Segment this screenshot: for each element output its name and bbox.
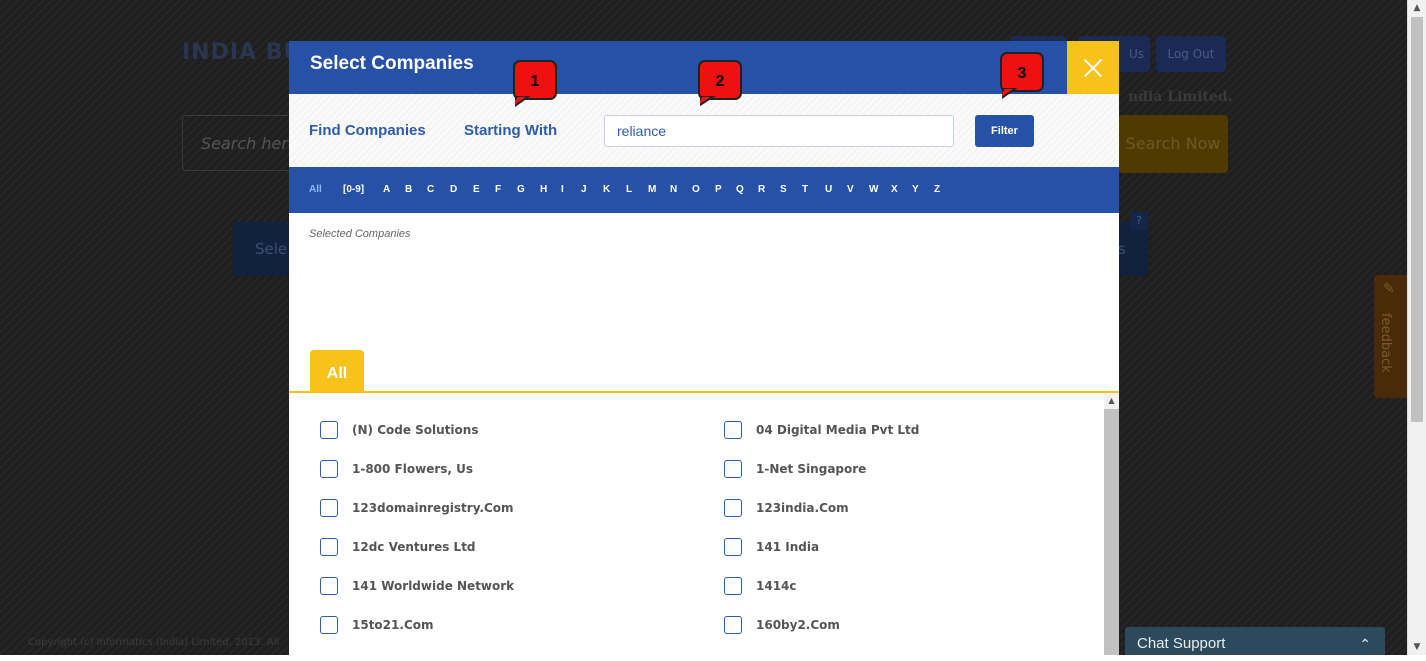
company-name-label: 123india.Com bbox=[756, 501, 849, 515]
callout-2: 2 bbox=[698, 60, 742, 107]
feedback-tab[interactable]: ✎ feedback bbox=[1374, 275, 1407, 398]
company-name-label: 1-800 Flowers, Us bbox=[352, 462, 474, 476]
alphabet-letter[interactable]: W bbox=[869, 184, 878, 195]
alphabet-letter[interactable]: B bbox=[405, 184, 412, 195]
site-logo: INDIA BU bbox=[182, 40, 303, 65]
scroll-up-arrow-icon[interactable]: ▲ bbox=[1408, 0, 1426, 16]
alphabet-letter[interactable]: O bbox=[692, 184, 700, 195]
alphabet-letter[interactable]: D bbox=[450, 184, 457, 195]
company-checkbox[interactable] bbox=[320, 538, 338, 556]
alphabet-letter[interactable]: Q bbox=[736, 184, 744, 195]
company-checkbox[interactable] bbox=[320, 421, 338, 439]
callout-pointer-icon bbox=[1002, 88, 1018, 100]
company-checkbox[interactable] bbox=[724, 421, 742, 439]
callout-1: 1 bbox=[513, 60, 557, 108]
alphabet-letter[interactable]: I bbox=[561, 184, 564, 195]
alphabet-letter[interactable]: L bbox=[626, 184, 632, 195]
company-search-input[interactable] bbox=[604, 115, 954, 147]
company-name-label: 141 India bbox=[756, 540, 820, 554]
modal-title: Select Companies bbox=[310, 53, 474, 74]
scroll-up-arrow-icon[interactable]: ▲ bbox=[1104, 393, 1119, 409]
chat-support-widget[interactable]: Chat Support ⌃ bbox=[1125, 627, 1385, 655]
company-checkbox[interactable] bbox=[320, 616, 338, 634]
alphabet-letter[interactable]: M bbox=[648, 184, 656, 195]
info-badge-icon: ? bbox=[1130, 212, 1148, 230]
company-checkbox[interactable] bbox=[724, 577, 742, 595]
alphabet-letter[interactable]: K bbox=[603, 184, 610, 195]
alphabet-letter[interactable]: All bbox=[309, 184, 322, 195]
alphabet-letter[interactable]: [0-9] bbox=[343, 184, 364, 195]
starting-with-link[interactable]: Starting With bbox=[464, 122, 557, 139]
copyright-text: Copyright (c) Informatics (India) Limite… bbox=[28, 637, 280, 648]
page-scrollbar[interactable]: ▲ ▼ bbox=[1407, 0, 1426, 655]
alphabet-letter[interactable]: C bbox=[427, 184, 434, 195]
alphabet-letter[interactable]: A bbox=[383, 184, 390, 195]
search-now-button[interactable]: Search Now bbox=[1118, 115, 1228, 173]
company-name-label: 1414c bbox=[756, 579, 797, 593]
company-name-label: 04 Digital Media Pvt Ltd bbox=[756, 423, 920, 437]
alphabet-letter[interactable]: R bbox=[758, 184, 765, 195]
company-list: ▲ (N) Code Solutions 1-800 Flowers, Us 123… bbox=[289, 393, 1119, 655]
company-checkbox[interactable] bbox=[724, 460, 742, 478]
alphabet-letter[interactable]: F bbox=[495, 184, 501, 195]
callout-3: 3 bbox=[1000, 52, 1044, 100]
callout-pointer-icon bbox=[515, 96, 531, 108]
company-name-label: 12dc Ventures Ltd bbox=[352, 540, 476, 554]
company-name-label: (N) Code Solutions bbox=[352, 423, 479, 437]
alphabet-letter[interactable]: T bbox=[802, 184, 808, 195]
company-checkbox[interactable] bbox=[320, 499, 338, 517]
alphabet-letter[interactable]: Y bbox=[912, 184, 919, 195]
log-out-button[interactable]: Log Out bbox=[1156, 36, 1226, 72]
alphabet-letter[interactable]: G bbox=[517, 184, 525, 195]
background-action-button[interactable]: s bbox=[1118, 222, 1148, 276]
chat-support-label: Chat Support bbox=[1137, 635, 1226, 652]
chevron-up-icon[interactable]: ⌃ bbox=[1359, 627, 1371, 661]
alphabet-filter-bar: All [0-9] A B C D E F G H I J K L M N O P Q R S T U V W X Y Z bbox=[289, 167, 1119, 213]
company-name-label: 1-Net Singapore bbox=[756, 462, 867, 476]
selected-companies-label: Selected Companies bbox=[309, 228, 411, 240]
company-name-label: 160by2.Com bbox=[756, 618, 840, 632]
alphabet-letter[interactable]: X bbox=[891, 184, 898, 195]
select-companies-modal: Select Companies Find Companies Starting… bbox=[289, 41, 1119, 655]
feedback-label: feedback bbox=[1378, 313, 1393, 373]
company-checkbox[interactable] bbox=[724, 616, 742, 634]
alphabet-letter[interactable]: S bbox=[780, 184, 787, 195]
alphabet-letter[interactable]: U bbox=[825, 184, 832, 195]
find-companies-link[interactable]: Find Companies bbox=[309, 122, 426, 139]
feedback-icon: ✎ bbox=[1383, 281, 1395, 297]
company-name-text: ndia Limited. bbox=[1128, 89, 1233, 105]
alphabet-letter[interactable]: H bbox=[540, 184, 547, 195]
alphabet-letter[interactable]: P bbox=[715, 184, 722, 195]
select-companies-button[interactable]: Sele bbox=[233, 222, 293, 276]
close-icon[interactable] bbox=[1067, 41, 1119, 94]
company-checkbox[interactable] bbox=[724, 499, 742, 517]
company-name-label: 141 Worldwide Network bbox=[352, 579, 515, 593]
company-name-label: 123domainregistry.Com bbox=[352, 501, 514, 515]
tab-all[interactable]: All bbox=[310, 350, 364, 392]
scroll-down-arrow-icon[interactable]: ▼ bbox=[1408, 639, 1426, 655]
alphabet-letter[interactable]: J bbox=[581, 184, 587, 195]
page-scrollbar-thumb[interactable] bbox=[1411, 17, 1423, 422]
company-checkbox[interactable] bbox=[724, 538, 742, 556]
callout-pointer-icon bbox=[700, 96, 716, 107]
alphabet-letter[interactable]: E bbox=[473, 184, 480, 195]
company-checkbox[interactable] bbox=[320, 577, 338, 595]
alphabet-letter[interactable]: V bbox=[847, 184, 854, 195]
alphabet-letter[interactable]: Z bbox=[934, 184, 940, 195]
company-list-scrollbar[interactable]: ▲ bbox=[1104, 393, 1119, 655]
alphabet-letter[interactable]: N bbox=[670, 184, 677, 195]
company-checkbox[interactable] bbox=[320, 460, 338, 478]
company-list-scrollbar-thumb[interactable] bbox=[1104, 409, 1119, 655]
company-name-label: 15to21.Com bbox=[352, 618, 434, 632]
filter-button[interactable]: Filter bbox=[975, 115, 1034, 147]
